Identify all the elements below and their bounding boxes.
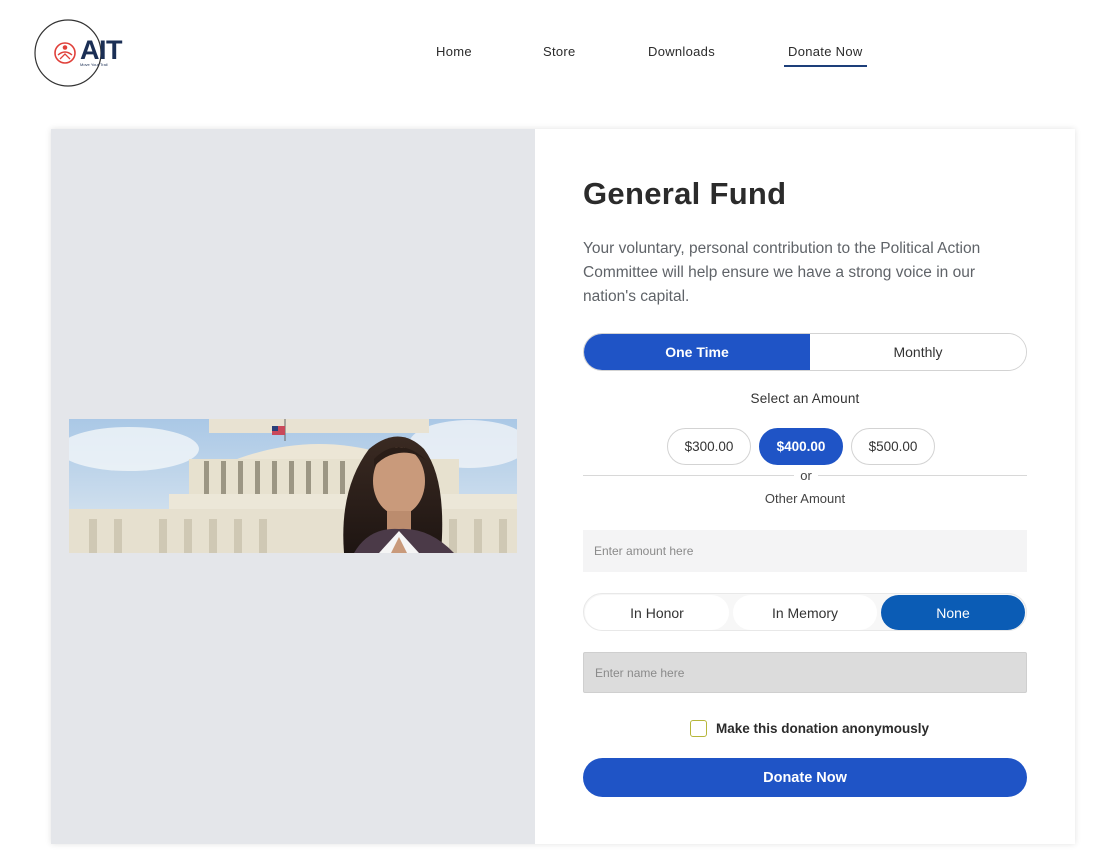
tribute-toggle: In Honor In Memory None xyxy=(583,593,1027,631)
nav-donate-now[interactable]: Donate Now xyxy=(784,44,867,67)
tribute-in-honor[interactable]: In Honor xyxy=(585,595,729,630)
tribute-in-memory[interactable]: In Memory xyxy=(733,595,877,630)
frequency-one-time[interactable]: One Time xyxy=(584,334,810,370)
tribute-none[interactable]: None xyxy=(881,595,1025,630)
frequency-monthly[interactable]: Monthly xyxy=(810,334,1026,370)
nav-store[interactable]: Store xyxy=(543,44,576,59)
amount-400-button[interactable]: $400.00 xyxy=(759,428,843,465)
amount-500-button[interactable]: $500.00 xyxy=(851,428,935,465)
amount-options: $300.00 $400.00 $500.00 xyxy=(583,428,1027,466)
anonymous-label: Make this donation anonymously xyxy=(716,720,930,736)
other-amount-input[interactable] xyxy=(583,530,1027,572)
donate-now-button[interactable]: Donate Now xyxy=(583,758,1027,797)
frequency-toggle: One Time Monthly xyxy=(583,333,1027,371)
nav-downloads[interactable]: Downloads xyxy=(648,44,715,59)
donation-card: General Fund Your voluntary, personal co… xyxy=(51,129,1075,844)
anonymous-option[interactable]: Make this donation anonymously xyxy=(690,719,929,737)
form-description: Your voluntary, personal contribution to… xyxy=(583,240,981,305)
main-nav: Home Store Downloads Donate Now xyxy=(0,44,1098,74)
anonymous-checkbox[interactable] xyxy=(690,719,707,737)
select-amount-label: Select an Amount xyxy=(750,391,860,406)
capitol-woman-image xyxy=(69,419,517,553)
form-title: General Fund xyxy=(583,176,787,211)
hero-image xyxy=(69,419,517,553)
image-panel xyxy=(51,129,535,844)
amount-300-button[interactable]: $300.00 xyxy=(667,428,751,465)
tribute-name-input[interactable] xyxy=(583,652,1027,693)
other-amount-label: Other Amount xyxy=(764,491,846,506)
nav-home[interactable]: Home xyxy=(436,44,472,59)
donation-form: General Fund Your voluntary, personal co… xyxy=(535,129,1075,844)
or-label: or xyxy=(794,468,818,483)
